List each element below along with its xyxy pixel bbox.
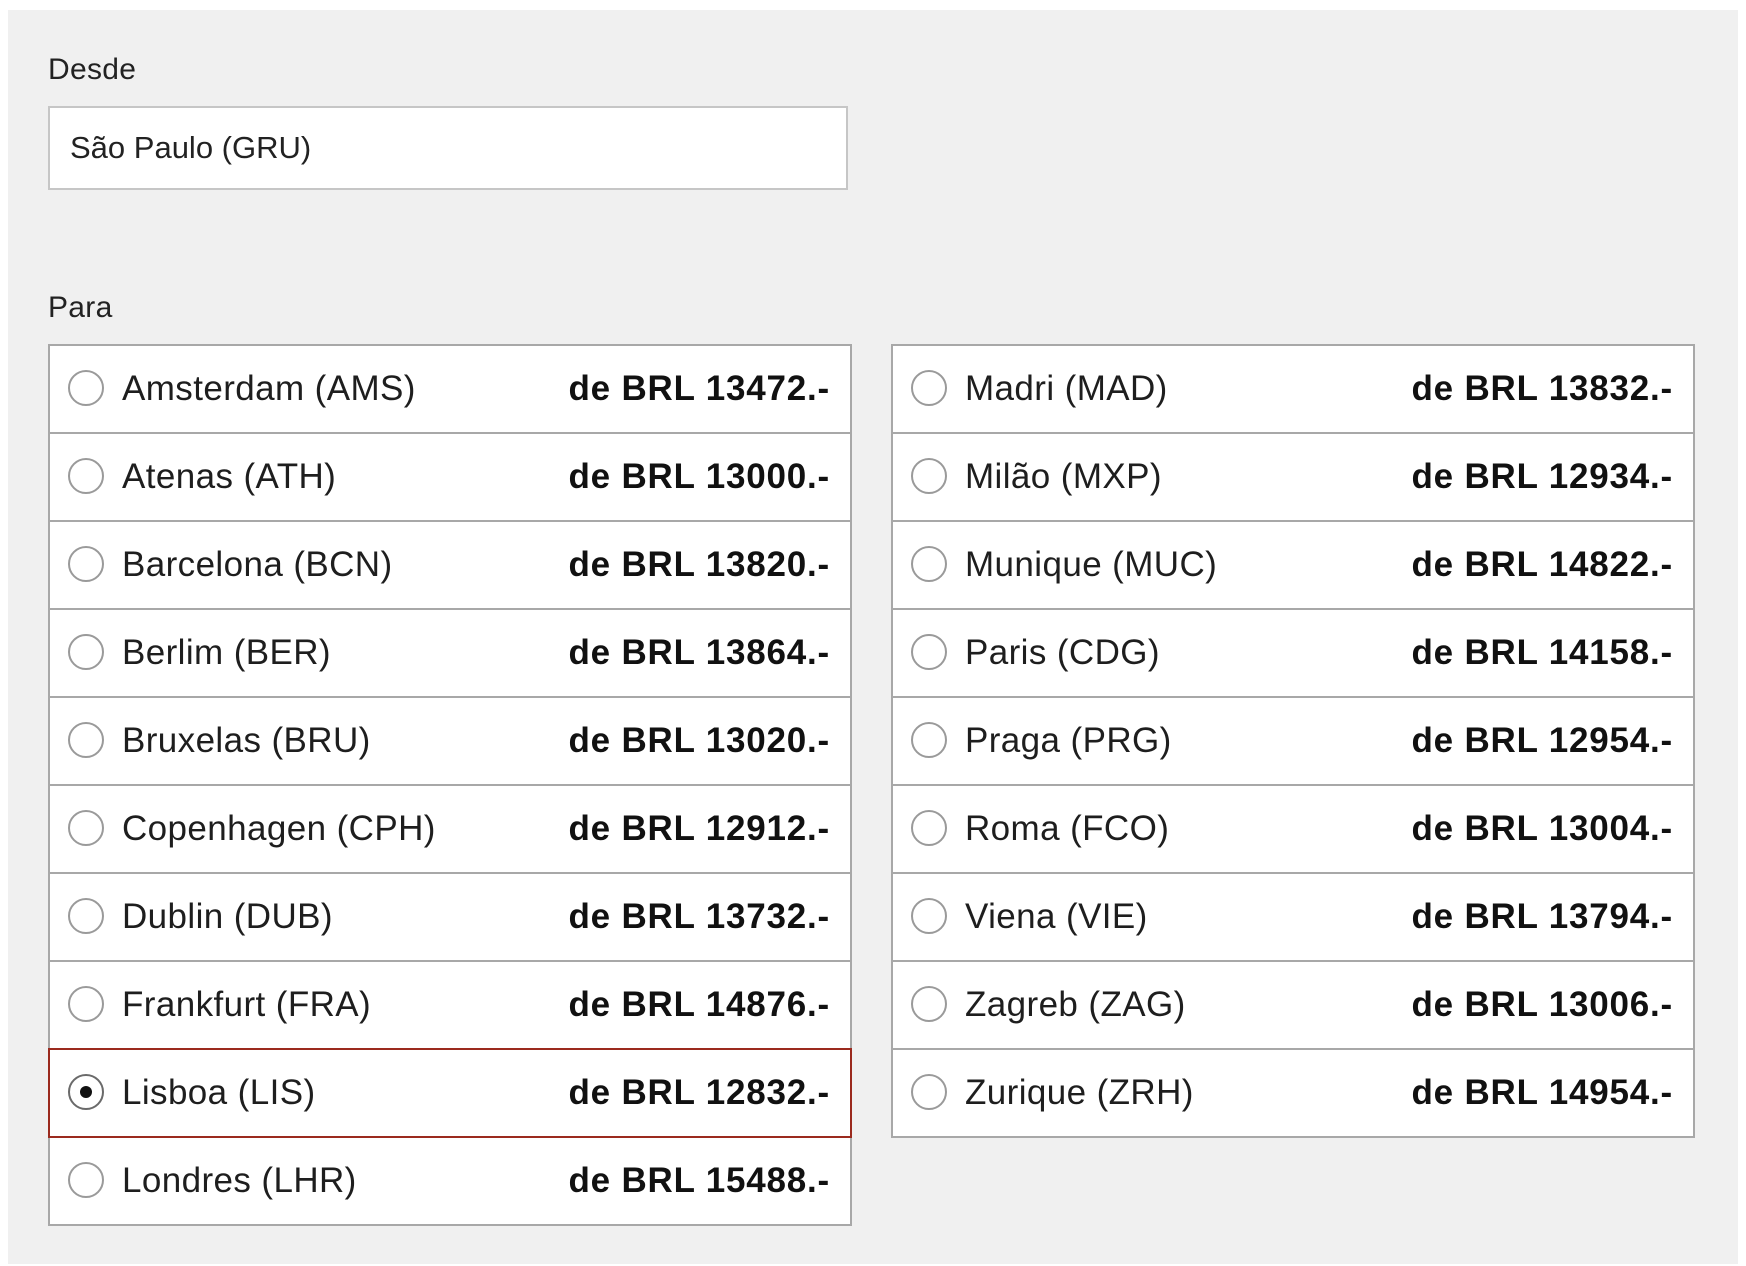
destination-price: de BRL 14822.- bbox=[1411, 545, 1673, 584]
destination-option[interactable]: Bruxelas (BRU) de BRL 13020.- bbox=[48, 696, 852, 786]
destination-price: de BRL 12954.- bbox=[1411, 721, 1673, 760]
radio-button[interactable] bbox=[911, 986, 947, 1022]
destination-city: Milão (MXP) bbox=[965, 457, 1162, 496]
destination-option[interactable]: Viena (VIE) de BRL 13794.- bbox=[891, 872, 1695, 962]
destination-city: Berlim (BER) bbox=[122, 633, 331, 672]
destination-city: Bruxelas (BRU) bbox=[122, 721, 371, 760]
destination-price: de BRL 13864.- bbox=[568, 633, 830, 672]
destination-city: Madri (MAD) bbox=[965, 369, 1168, 408]
destination-option[interactable]: Atenas (ATH) de BRL 13000.- bbox=[48, 432, 852, 522]
destination-option[interactable]: Roma (FCO) de BRL 13004.- bbox=[891, 784, 1695, 874]
destination-price: de BRL 13472.- bbox=[568, 369, 830, 408]
destination-option[interactable]: Praga (PRG) de BRL 12954.- bbox=[891, 696, 1695, 786]
destination-city: Zagreb (ZAG) bbox=[965, 985, 1186, 1024]
destination-price: de BRL 13820.- bbox=[568, 545, 830, 584]
destination-price: de BRL 13004.- bbox=[1411, 809, 1673, 848]
radio-button[interactable] bbox=[911, 898, 947, 934]
destination-city: Atenas (ATH) bbox=[122, 457, 337, 496]
radio-button[interactable] bbox=[911, 370, 947, 406]
radio-button[interactable] bbox=[68, 1162, 104, 1198]
destination-option[interactable]: Milão (MXP) de BRL 12934.- bbox=[891, 432, 1695, 522]
radio-button[interactable] bbox=[68, 986, 104, 1022]
radio-button[interactable] bbox=[68, 458, 104, 494]
destination-option[interactable]: Londres (LHR) de BRL 15488.- bbox=[48, 1136, 852, 1226]
destination-option[interactable]: Madri (MAD) de BRL 13832.- bbox=[891, 344, 1695, 434]
destination-price: de BRL 14954.- bbox=[1411, 1073, 1673, 1112]
radio-dot-icon bbox=[80, 1086, 92, 1098]
destination-price: de BRL 13020.- bbox=[568, 721, 830, 760]
destination-price: de BRL 14876.- bbox=[568, 985, 830, 1024]
destination-option[interactable]: Munique (MUC) de BRL 14822.- bbox=[891, 520, 1695, 610]
destination-option[interactable]: Zurique (ZRH) de BRL 14954.- bbox=[891, 1048, 1695, 1138]
radio-button[interactable] bbox=[911, 634, 947, 670]
destination-city: Barcelona (BCN) bbox=[122, 545, 393, 584]
destination-price: de BRL 13006.- bbox=[1411, 985, 1673, 1024]
destination-city: Zurique (ZRH) bbox=[965, 1073, 1194, 1112]
destination-list-left: Amsterdam (AMS) de BRL 13472.- Atenas (A… bbox=[48, 344, 852, 1226]
destination-price: de BRL 13000.- bbox=[568, 457, 830, 496]
destination-price: de BRL 14158.- bbox=[1411, 633, 1673, 672]
radio-button[interactable] bbox=[68, 370, 104, 406]
to-label: Para bbox=[48, 291, 113, 324]
destination-price: de BRL 12832.- bbox=[568, 1073, 830, 1112]
destination-city: Frankfurt (FRA) bbox=[122, 985, 372, 1024]
radio-button[interactable] bbox=[911, 546, 947, 582]
destination-option[interactable]: Zagreb (ZAG) de BRL 13006.- bbox=[891, 960, 1695, 1050]
from-origin-input[interactable] bbox=[48, 106, 848, 190]
destination-price: de BRL 12912.- bbox=[568, 809, 830, 848]
radio-button[interactable] bbox=[911, 1074, 947, 1110]
destination-city: Londres (LHR) bbox=[122, 1161, 357, 1200]
destination-city: Paris (CDG) bbox=[965, 633, 1160, 672]
destination-option[interactable]: Copenhagen (CPH) de BRL 12912.- bbox=[48, 784, 852, 874]
radio-button[interactable] bbox=[911, 458, 947, 494]
destination-list-right: Madri (MAD) de BRL 13832.- Milão (MXP) d… bbox=[891, 344, 1695, 1138]
destination-price: de BRL 13832.- bbox=[1411, 369, 1673, 408]
destination-city: Roma (FCO) bbox=[965, 809, 1170, 848]
destination-option[interactable]: Amsterdam (AMS) de BRL 13472.- bbox=[48, 344, 852, 434]
destination-price: de BRL 13794.- bbox=[1411, 897, 1673, 936]
destination-option[interactable]: Barcelona (BCN) de BRL 13820.- bbox=[48, 520, 852, 610]
destination-city: Lisboa (LIS) bbox=[122, 1073, 316, 1112]
from-label: Desde bbox=[48, 53, 137, 86]
destination-price: de BRL 12934.- bbox=[1411, 457, 1673, 496]
radio-button[interactable] bbox=[68, 810, 104, 846]
destination-price: de BRL 13732.- bbox=[568, 897, 830, 936]
destination-option[interactable]: Paris (CDG) de BRL 14158.- bbox=[891, 608, 1695, 698]
radio-button[interactable] bbox=[911, 810, 947, 846]
radio-button[interactable] bbox=[68, 722, 104, 758]
radio-button-checked[interactable] bbox=[68, 1074, 104, 1110]
flight-destination-panel: Desde Para Amsterdam (AMS) de BRL 13472.… bbox=[8, 10, 1738, 1264]
radio-button[interactable] bbox=[68, 634, 104, 670]
destination-city: Viena (VIE) bbox=[965, 897, 1148, 936]
radio-button[interactable] bbox=[68, 898, 104, 934]
destination-city: Munique (MUC) bbox=[965, 545, 1218, 584]
destination-option[interactable]: Berlim (BER) de BRL 13864.- bbox=[48, 608, 852, 698]
destination-option[interactable]: Frankfurt (FRA) de BRL 14876.- bbox=[48, 960, 852, 1050]
destination-city: Copenhagen (CPH) bbox=[122, 809, 436, 848]
destination-option-selected[interactable]: Lisboa (LIS) de BRL 12832.- bbox=[48, 1048, 852, 1138]
destination-city: Amsterdam (AMS) bbox=[122, 369, 416, 408]
destination-option[interactable]: Dublin (DUB) de BRL 13732.- bbox=[48, 872, 852, 962]
radio-button[interactable] bbox=[68, 546, 104, 582]
destination-city: Praga (PRG) bbox=[965, 721, 1172, 760]
radio-button[interactable] bbox=[911, 722, 947, 758]
destination-price: de BRL 15488.- bbox=[568, 1161, 830, 1200]
destination-city: Dublin (DUB) bbox=[122, 897, 333, 936]
